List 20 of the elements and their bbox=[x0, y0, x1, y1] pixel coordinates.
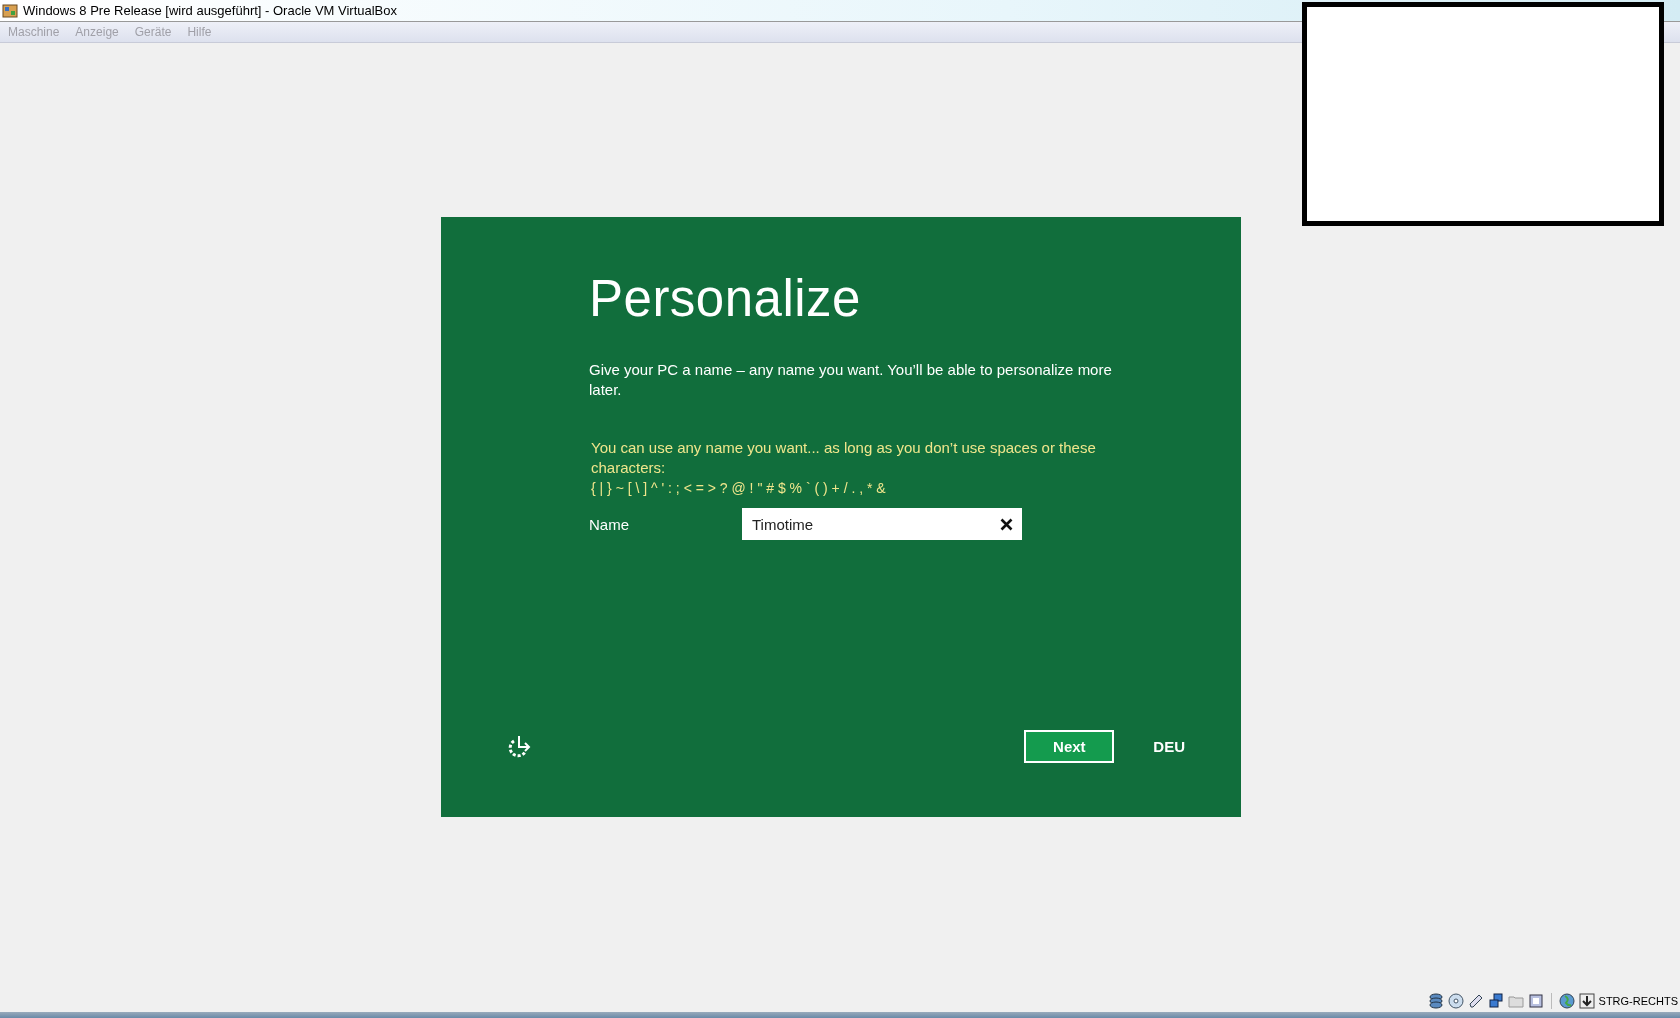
pen-icon[interactable] bbox=[1467, 993, 1484, 1009]
next-button[interactable]: Next bbox=[1024, 730, 1115, 763]
window-title: Windows 8 Pre Release [wird ausgeführt] - Oracle VM VirtualBox bbox=[23, 3, 398, 18]
name-label: Name bbox=[589, 515, 630, 533]
page-title: Personalize bbox=[589, 269, 862, 328]
optical-disc-icon[interactable] bbox=[1447, 993, 1464, 1009]
app-icon bbox=[2, 2, 18, 19]
chip-icon[interactable] bbox=[1527, 993, 1544, 1009]
globe-icon[interactable] bbox=[1558, 993, 1575, 1009]
hard-disk-icon[interactable] bbox=[1427, 993, 1444, 1009]
host-key-label: STRG-RECHTS bbox=[1598, 995, 1678, 1007]
accessibility-icon[interactable] bbox=[506, 733, 532, 760]
forbidden-characters-text: { | } ~ [ \ ] ^ ' : ; < = > ? @ ! " # $ % ` ( ) + / . , * & bbox=[591, 479, 887, 498]
description-text: Give your PC a name – any name you want. You’ll be able to personalize more later. bbox=[589, 360, 1113, 400]
hint-text: You can use any name you want... as long as you don’t use spaces or these characters: bbox=[591, 438, 1097, 478]
network-icon[interactable] bbox=[1487, 993, 1504, 1009]
name-input-field[interactable]: Timotime bbox=[742, 508, 1022, 540]
clear-icon[interactable] bbox=[1000, 518, 1013, 531]
download-arrow-icon[interactable] bbox=[1578, 993, 1595, 1009]
language-indicator[interactable]: DEU bbox=[1153, 738, 1185, 755]
